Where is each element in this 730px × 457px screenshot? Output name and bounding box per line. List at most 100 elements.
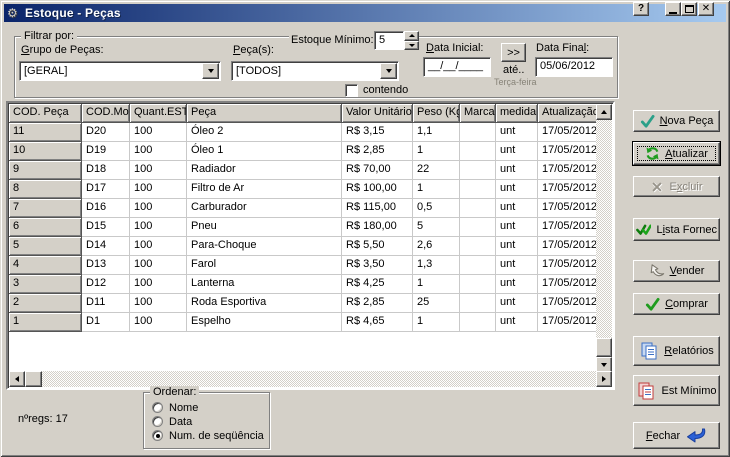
table-cell[interactable]: 100: [130, 123, 187, 142]
row-index-cell[interactable]: 2: [9, 294, 82, 313]
grupo-pecas-combobox[interactable]: [GERAL]: [19, 61, 221, 81]
table-cell[interactable]: R$ 180,00: [342, 218, 413, 237]
table-cell[interactable]: 100: [130, 313, 187, 332]
table-cell[interactable]: unt: [496, 237, 538, 256]
table-cell[interactable]: 22: [413, 161, 460, 180]
scroll-left-button[interactable]: [9, 371, 25, 387]
table-cell[interactable]: Óleo 2: [187, 123, 342, 142]
table-cell[interactable]: unt: [496, 218, 538, 237]
table-cell[interactable]: 1,3: [413, 256, 460, 275]
maximize-button[interactable]: [681, 2, 697, 16]
table-cell[interactable]: unt: [496, 142, 538, 161]
table-cell[interactable]: [460, 161, 496, 180]
table-cell[interactable]: unt: [496, 275, 538, 294]
table-cell[interactable]: 17/05/2012: [538, 237, 598, 256]
table-cell[interactable]: 17/05/2012: [538, 256, 598, 275]
table-cell[interactable]: 2,6: [413, 237, 460, 256]
row-index-cell[interactable]: 1: [9, 313, 82, 332]
table-cell[interactable]: Filtro de Ar: [187, 180, 342, 199]
table-cell[interactable]: [460, 199, 496, 218]
nova-peca-button[interactable]: Nova Peça: [633, 110, 720, 132]
table-cell[interactable]: 25: [413, 294, 460, 313]
table-cell[interactable]: 0,5: [413, 199, 460, 218]
data-inicial-input[interactable]: __/__/____: [423, 57, 491, 77]
table-cell[interactable]: [460, 275, 496, 294]
table-cell[interactable]: D1: [82, 313, 130, 332]
row-index-cell[interactable]: 4: [9, 256, 82, 275]
spin-up-button[interactable]: [404, 31, 419, 41]
table-cell[interactable]: 1: [413, 180, 460, 199]
table-cell[interactable]: Roda Esportiva: [187, 294, 342, 313]
contendo-checkbox[interactable]: [345, 84, 358, 97]
row-index-cell[interactable]: 8: [9, 180, 82, 199]
table-cell[interactable]: unt: [496, 294, 538, 313]
table-cell[interactable]: Farol: [187, 256, 342, 275]
table-cell[interactable]: 1: [413, 313, 460, 332]
table-cell[interactable]: 17/05/2012: [538, 142, 598, 161]
table-cell[interactable]: 5: [413, 218, 460, 237]
ate-button[interactable]: >>: [501, 43, 526, 62]
table-row[interactable]: 9D18100RadiadorR$ 70,0022unt17/05/2012: [9, 161, 612, 180]
radio-icon[interactable]: [152, 402, 163, 413]
table-cell[interactable]: Óleo 1: [187, 142, 342, 161]
table-cell[interactable]: 100: [130, 256, 187, 275]
table-cell[interactable]: [460, 237, 496, 256]
dropdown-button[interactable]: [202, 63, 219, 79]
table-row[interactable]: 11D20100Óleo 2R$ 3,151,1unt17/05/2012: [9, 123, 612, 142]
table-row[interactable]: 7D16100CarburadorR$ 115,000,5unt17/05/20…: [9, 199, 612, 218]
radio-option[interactable]: Data: [152, 415, 264, 428]
table-cell[interactable]: R$ 100,00: [342, 180, 413, 199]
table-cell[interactable]: Para-Choque: [187, 237, 342, 256]
table-cell[interactable]: Carburador: [187, 199, 342, 218]
row-index-cell[interactable]: 7: [9, 199, 82, 218]
row-index-cell[interactable]: 5: [9, 237, 82, 256]
table-cell[interactable]: 17/05/2012: [538, 275, 598, 294]
horizontal-scroll-thumb[interactable]: [25, 371, 42, 387]
vertical-scrollbar[interactable]: [596, 104, 612, 373]
table-cell[interactable]: unt: [496, 199, 538, 218]
table-row[interactable]: 10D19100Óleo 1R$ 2,851unt17/05/2012: [9, 142, 612, 161]
table-cell[interactable]: 100: [130, 180, 187, 199]
table-cell[interactable]: R$ 4,65: [342, 313, 413, 332]
table-cell[interactable]: D12: [82, 275, 130, 294]
relatorios-button[interactable]: Relatórios: [633, 336, 720, 366]
lista-fornec-button[interactable]: Lista Fornec: [633, 218, 720, 241]
table-row[interactable]: 8D17100Filtro de ArR$ 100,001unt17/05/20…: [9, 180, 612, 199]
table-cell[interactable]: R$ 3,50: [342, 256, 413, 275]
table-cell[interactable]: D16: [82, 199, 130, 218]
comprar-button[interactable]: Comprar: [633, 293, 720, 315]
fechar-button[interactable]: Fechar: [633, 422, 720, 449]
table-cell[interactable]: R$ 5,50: [342, 237, 413, 256]
table-row[interactable]: 3D12100LanternaR$ 4,251unt17/05/2012: [9, 275, 612, 294]
estoque-minimo-input[interactable]: 5: [374, 31, 404, 50]
table-cell[interactable]: 17/05/2012: [538, 161, 598, 180]
table-cell[interactable]: 1,1: [413, 123, 460, 142]
dropdown-button[interactable]: [380, 63, 397, 79]
table-cell[interactable]: [460, 256, 496, 275]
column-header[interactable]: COD. Peça: [9, 104, 82, 123]
table-cell[interactable]: [460, 313, 496, 332]
table-row[interactable]: 4D13100FarolR$ 3,501,3 unt17/05/2012: [9, 256, 612, 275]
column-header[interactable]: Peça: [187, 104, 342, 123]
table-cell[interactable]: [460, 142, 496, 161]
table-cell[interactable]: 100: [130, 275, 187, 294]
table-cell[interactable]: 17/05/2012: [538, 294, 598, 313]
table-row[interactable]: 2D11100Roda EsportivaR$ 2,8525unt17/05/2…: [9, 294, 612, 313]
table-cell[interactable]: unt: [496, 123, 538, 142]
table-cell[interactable]: R$ 4,25: [342, 275, 413, 294]
table-cell[interactable]: D15: [82, 218, 130, 237]
column-header[interactable]: Valor Unitário: [342, 104, 413, 123]
table-cell[interactable]: [460, 180, 496, 199]
column-header[interactable]: medida: [496, 104, 538, 123]
table-cell[interactable]: D13: [82, 256, 130, 275]
scroll-up-button[interactable]: [596, 104, 612, 120]
vender-button[interactable]: Vender: [633, 260, 720, 282]
row-index-cell[interactable]: 11: [9, 123, 82, 142]
table-cell[interactable]: R$ 70,00: [342, 161, 413, 180]
table-cell[interactable]: unt: [496, 256, 538, 275]
table-cell[interactable]: Espelho: [187, 313, 342, 332]
table-row[interactable]: 5D14100Para-ChoqueR$ 5,502,6unt17/05/201…: [9, 237, 612, 256]
table-cell[interactable]: [460, 123, 496, 142]
radio-option[interactable]: Nome: [152, 401, 264, 414]
table-cell[interactable]: 17/05/2012: [538, 218, 598, 237]
